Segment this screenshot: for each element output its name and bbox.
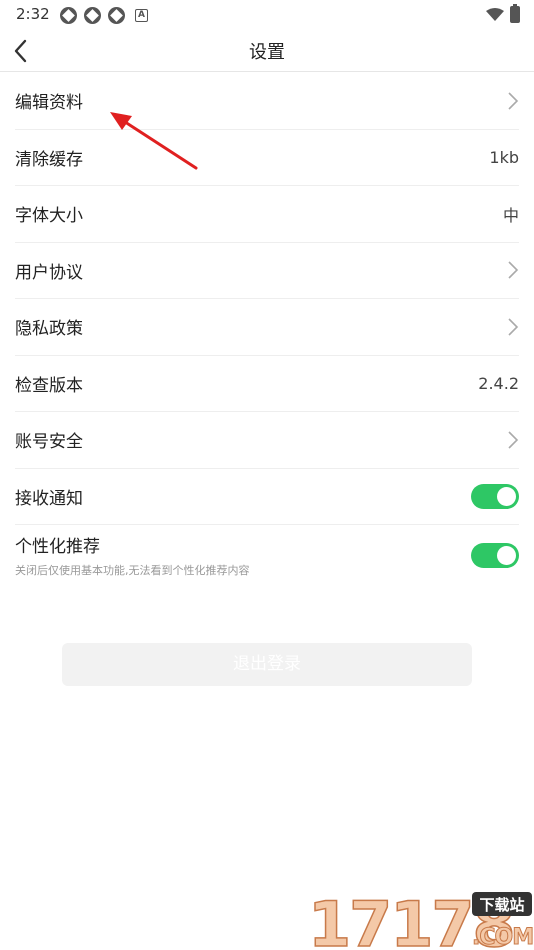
settings-item-account-security[interactable]: 账号安全 [15, 412, 519, 469]
settings-item-font-size[interactable]: 字体大小 中 [15, 186, 519, 243]
chevron-right-icon [508, 92, 519, 110]
chevron-right-icon [508, 261, 519, 279]
watermark-badge: 下载站 [479, 896, 524, 914]
notification-a-icon: A [135, 9, 148, 22]
settings-item-label: 用户协议 [15, 262, 83, 283]
settings-item-user-agreement[interactable]: 用户协议 [15, 243, 519, 299]
notification-icons: A [60, 7, 148, 24]
settings-item-label: 检查版本 [15, 375, 83, 396]
status-time: 2:32 [16, 5, 50, 23]
wifi-icon [486, 7, 504, 21]
status-bar: 2:32 A [0, 0, 534, 30]
settings-screen: 2:32 A 设置 编辑资料 清除缓存 1kb 字体大小 中 用户协议 隐私政策… [0, 0, 534, 950]
font-size-value: 中 [502, 205, 519, 225]
notification-app-icon [84, 7, 101, 24]
cache-size-value: 1kb [489, 147, 519, 167]
system-icons [486, 4, 520, 23]
notifications-toggle[interactable] [471, 483, 519, 509]
settings-item-label: 清除缓存 [15, 149, 83, 170]
watermark-suffix: .COM [472, 925, 533, 950]
settings-item-description: 关闭后仅使用基本功能,无法看到个性化推荐内容 [15, 564, 250, 577]
notification-app-icon [108, 7, 125, 24]
settings-list: 编辑资料 清除缓存 1kb 字体大小 中 用户协议 隐私政策 检查版本 2.4.… [0, 73, 534, 585]
settings-item-check-version[interactable]: 检查版本 2.4.2 [15, 356, 519, 412]
settings-item-label: 隐私政策 [15, 319, 83, 340]
watermark-logo: 17178 下载站 .COM [308, 887, 534, 950]
settings-item-personalized-recommendation: 个性化推荐 关闭后仅使用基本功能,无法看到个性化推荐内容 [15, 525, 519, 585]
settings-item-clear-cache[interactable]: 清除缓存 1kb [15, 130, 519, 186]
settings-item-label: 个性化推荐 [15, 537, 100, 557]
personalized-recommendation-toggle[interactable] [471, 542, 519, 568]
settings-item-label: 字体大小 [15, 206, 83, 227]
logout-button[interactable]: 退出登录 [62, 643, 472, 686]
settings-item-privacy-policy[interactable]: 隐私政策 [15, 299, 519, 356]
chevron-right-icon [508, 318, 519, 336]
settings-item-label: 编辑资料 [15, 93, 83, 114]
settings-item-label: 账号安全 [15, 432, 83, 453]
nav-bar: 设置 [0, 30, 534, 72]
settings-item-edit-profile[interactable]: 编辑资料 [15, 73, 519, 130]
version-value: 2.4.2 [478, 373, 519, 393]
battery-icon [510, 4, 520, 23]
chevron-right-icon [508, 431, 519, 449]
toggle-knob [497, 545, 516, 565]
settings-item-receive-notifications: 接收通知 [15, 469, 519, 525]
notification-app-icon [60, 7, 77, 24]
settings-item-label: 接收通知 [15, 488, 83, 509]
settings-item-text: 个性化推荐 关闭后仅使用基本功能,无法看到个性化推荐内容 [15, 532, 250, 578]
page-title: 设置 [249, 42, 285, 63]
toggle-knob [497, 486, 516, 506]
